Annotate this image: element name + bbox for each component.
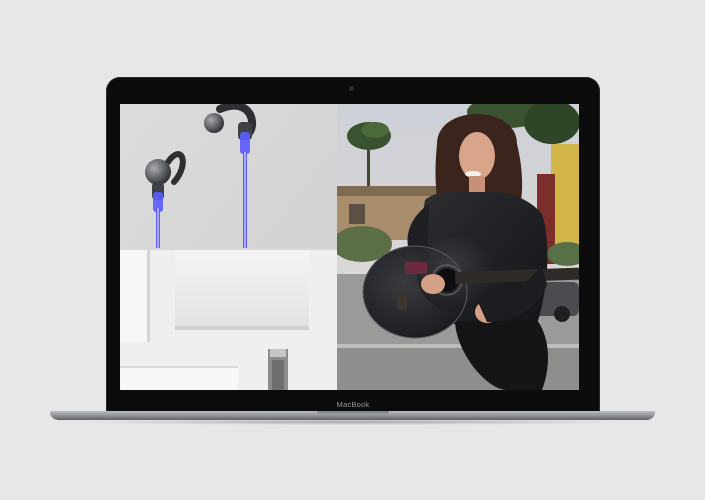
laptop-mockup-scene: MacBook bbox=[0, 0, 705, 500]
laptop-hinge-notch bbox=[317, 411, 389, 415]
earphones-product-image bbox=[120, 104, 337, 390]
woman-guitar-image bbox=[337, 104, 579, 390]
laptop-screen bbox=[120, 104, 579, 390]
webcam-icon bbox=[349, 86, 354, 91]
brand-label: MacBook bbox=[336, 400, 370, 409]
